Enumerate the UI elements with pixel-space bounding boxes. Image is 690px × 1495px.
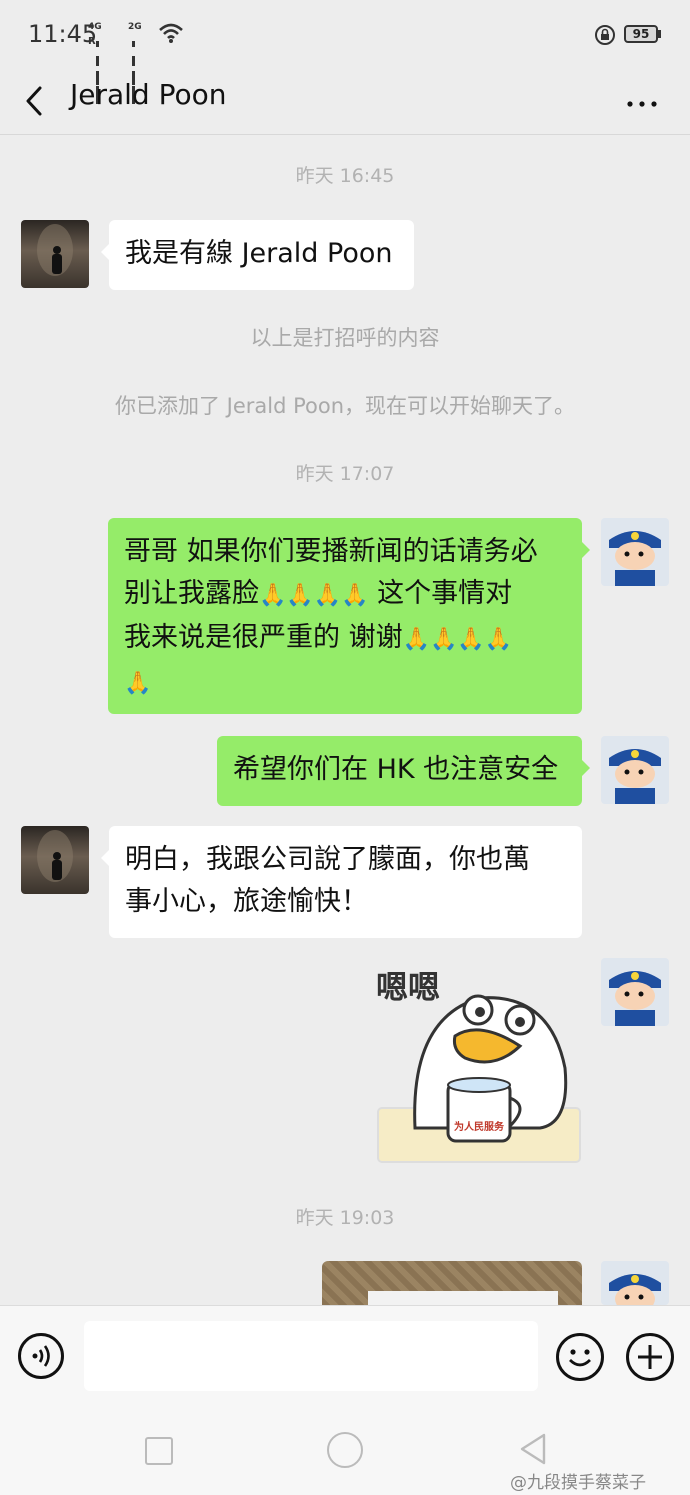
message-text-line: 这个事情对 bbox=[377, 578, 513, 609]
person-silhouette-icon bbox=[37, 830, 73, 882]
timestamp: 昨天 16:45 bbox=[295, 165, 395, 187]
home-icon[interactable] bbox=[327, 1432, 363, 1468]
nav-back-icon[interactable] bbox=[516, 1431, 550, 1467]
message-text-line: 我来说是很严重的 谢谢 bbox=[124, 622, 403, 653]
watermark: @九段摸手蔡菜子 bbox=[510, 1473, 646, 1493]
chat-title: Jerald Poon bbox=[70, 78, 227, 111]
system-message: 以上是打招呼的内容 bbox=[250, 326, 440, 350]
voice-input-button[interactable] bbox=[18, 1333, 64, 1379]
system-message: 你已添加了 Jerald Poon，现在可以开始聊天了。 bbox=[114, 394, 576, 418]
self-avatar[interactable] bbox=[601, 736, 669, 804]
message-text-line: 哥哥 如果你们要播新闻的话请务必 bbox=[124, 536, 538, 567]
message-text: 我是有線 Jerald Poon bbox=[125, 238, 393, 269]
message-text-line: 别让我露脸 bbox=[124, 578, 259, 609]
more-options-icon[interactable] bbox=[620, 80, 664, 120]
smiley-icon bbox=[569, 1349, 591, 1367]
duck-sticker[interactable]: 嗯嗯 为人民服务 bbox=[370, 958, 582, 1166]
pray-emoji-icon: 🙏🙏🙏🙏 bbox=[402, 627, 513, 652]
status-time: 11:45 bbox=[28, 20, 98, 48]
battery-tip bbox=[658, 30, 661, 38]
contact-avatar[interactable] bbox=[21, 220, 89, 288]
cartoon-boy-avatar-icon bbox=[601, 1261, 669, 1305]
timestamp: 昨天 19:03 bbox=[295, 1207, 395, 1229]
message-input[interactable] bbox=[84, 1321, 538, 1391]
self-avatar[interactable] bbox=[601, 958, 669, 1026]
more-functions-button[interactable] bbox=[626, 1333, 674, 1381]
status-bar: 11:45 4G R 2G 95 bbox=[0, 0, 690, 104]
image-message-content bbox=[368, 1291, 558, 1305]
voice-icon bbox=[32, 1345, 50, 1367]
message-text-line: 明白，我跟公司說了朦面，你也萬 bbox=[125, 844, 530, 875]
contact-avatar[interactable] bbox=[21, 826, 89, 894]
cartoon-boy-avatar-icon bbox=[601, 736, 669, 804]
message-bubble-incoming[interactable]: 我是有線 Jerald Poon bbox=[101, 220, 414, 290]
pray-emoji-icon: 🙏🙏🙏🙏 bbox=[259, 583, 369, 608]
emoji-button[interactable] bbox=[556, 1333, 604, 1381]
roaming-icon: R bbox=[88, 36, 96, 47]
self-avatar[interactable] bbox=[601, 518, 669, 586]
self-avatar[interactable] bbox=[601, 1261, 669, 1305]
timestamp: 昨天 17:07 bbox=[295, 463, 395, 485]
message-text: 希望你们在 HK 也注意安全 bbox=[233, 754, 559, 785]
plus-icon bbox=[638, 1345, 662, 1369]
message-bubble-outgoing[interactable]: 希望你们在 HK 也注意安全 bbox=[217, 736, 590, 806]
person-silhouette-icon bbox=[37, 224, 73, 276]
battery-level: 95 bbox=[632, 27, 650, 41]
message-text-line: 事小心，旅途愉快！ bbox=[125, 886, 368, 917]
image-message[interactable] bbox=[322, 1261, 582, 1305]
back-arrow-icon[interactable] bbox=[20, 78, 50, 124]
input-bar bbox=[0, 1305, 690, 1406]
chat-header: Jerald Poon bbox=[0, 70, 690, 135]
lock-rotation-icon bbox=[595, 25, 615, 45]
pray-emoji-icon: 🙏 bbox=[124, 671, 152, 696]
wifi-icon bbox=[159, 23, 183, 43]
message-bubble-incoming[interactable]: 明白，我跟公司說了朦面，你也萬 事小心，旅途愉快！ bbox=[101, 826, 582, 938]
recent-apps-icon[interactable] bbox=[145, 1437, 173, 1465]
message-bubble-outgoing[interactable]: 哥哥 如果你们要播新闻的话请务必 别让我露脸🙏🙏🙏🙏 这个事情对 我来说是很严重… bbox=[108, 518, 590, 714]
sticker-text: 嗯嗯 bbox=[376, 968, 441, 1006]
sticker-mug-text: 为人民服务 bbox=[454, 1122, 504, 1133]
cartoon-boy-avatar-icon bbox=[601, 958, 669, 1026]
cartoon-boy-avatar-icon bbox=[601, 518, 669, 586]
battery-icon: 95 bbox=[624, 25, 658, 43]
system-nav-bar: @九段摸手蔡菜子 bbox=[0, 1405, 690, 1495]
